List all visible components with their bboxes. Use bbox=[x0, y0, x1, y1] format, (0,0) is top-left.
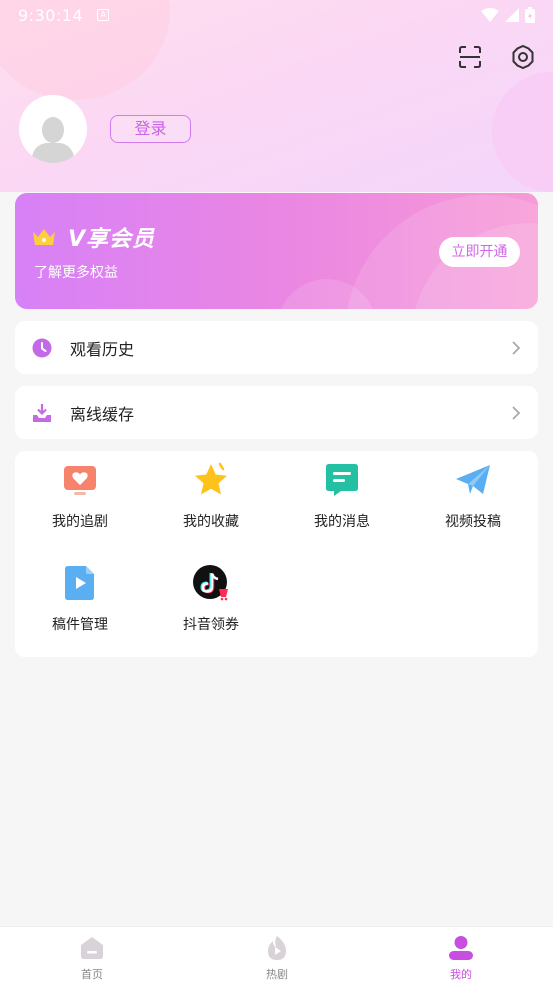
grid-item-label: 稿件管理 bbox=[52, 617, 108, 633]
download-icon bbox=[33, 403, 51, 422]
grid-item-video-submit[interactable]: 视频投稿 bbox=[413, 461, 533, 531]
nav-item-home[interactable]: 首页 bbox=[52, 935, 132, 982]
status-bar: 9:30:14 A bbox=[0, 0, 553, 30]
vip-banner[interactable]: V享会员 了解更多权益 立即开通 bbox=[15, 193, 538, 309]
nav-item-mine[interactable]: 我的 bbox=[421, 935, 501, 982]
status-indicators bbox=[481, 7, 535, 23]
avatar-silhouette-icon bbox=[31, 117, 75, 163]
crown-icon bbox=[33, 229, 55, 245]
message-icon bbox=[326, 464, 358, 496]
video-file-icon bbox=[65, 566, 94, 600]
home-icon bbox=[81, 937, 103, 959]
grid-item-label: 我的消息 bbox=[314, 514, 370, 530]
chevron-right-icon bbox=[512, 340, 521, 355]
login-button[interactable]: 登录 bbox=[110, 115, 191, 143]
grid-item-favorites[interactable]: 我的收藏 bbox=[151, 461, 271, 531]
paper-plane-icon bbox=[456, 465, 490, 494]
scan-icon[interactable] bbox=[457, 44, 483, 70]
offline-cache-row[interactable]: 离线缓存 bbox=[15, 386, 538, 439]
grid-item-label: 视频投稿 bbox=[445, 514, 501, 530]
grid-item-label: 我的追剧 bbox=[52, 514, 108, 530]
douyin-icon bbox=[193, 565, 228, 601]
grid-item-my-shows[interactable]: 我的追剧 bbox=[20, 461, 140, 531]
grid-item-messages[interactable]: 我的消息 bbox=[282, 461, 402, 531]
nav-item-hot[interactable]: 热剧 bbox=[237, 935, 317, 982]
avatar[interactable] bbox=[19, 95, 87, 163]
row-label: 离线缓存 bbox=[70, 404, 135, 424]
vip-title: V享会员 bbox=[68, 227, 156, 252]
row-label: 观看历史 bbox=[70, 339, 135, 359]
feature-grid: 我的追剧 我的收藏 我的消息 视频投稿 稿件管理 抖音领券 bbox=[15, 451, 538, 657]
battery-icon bbox=[525, 7, 535, 23]
nav-label: 我的 bbox=[450, 968, 472, 981]
decor-circle bbox=[492, 72, 553, 192]
flame-icon bbox=[268, 936, 286, 960]
status-time: 9:30:14 bbox=[18, 5, 84, 25]
wifi-icon bbox=[481, 8, 499, 22]
vip-subtitle: 了解更多权益 bbox=[34, 265, 118, 281]
nav-label: 热剧 bbox=[266, 968, 288, 981]
nav-label: 首页 bbox=[81, 968, 103, 981]
tv-heart-icon bbox=[64, 466, 96, 495]
chevron-right-icon bbox=[512, 405, 521, 420]
star-icon bbox=[195, 462, 227, 495]
watch-history-row[interactable]: 观看历史 bbox=[15, 321, 538, 374]
notification-icon: A bbox=[97, 9, 110, 21]
vip-open-button[interactable]: 立即开通 bbox=[439, 237, 520, 267]
signal-icon bbox=[505, 8, 519, 22]
grid-item-label: 我的收藏 bbox=[183, 514, 239, 530]
person-icon bbox=[449, 936, 473, 960]
clock-icon bbox=[32, 338, 52, 357]
grid-item-manuscripts[interactable]: 稿件管理 bbox=[20, 564, 140, 634]
bottom-nav: 首页 热剧 我的 bbox=[0, 926, 553, 984]
grid-item-label: 抖音领券 bbox=[183, 617, 239, 633]
grid-item-douyin-coupon[interactable]: 抖音领券 bbox=[151, 564, 271, 634]
settings-icon[interactable] bbox=[510, 44, 536, 70]
